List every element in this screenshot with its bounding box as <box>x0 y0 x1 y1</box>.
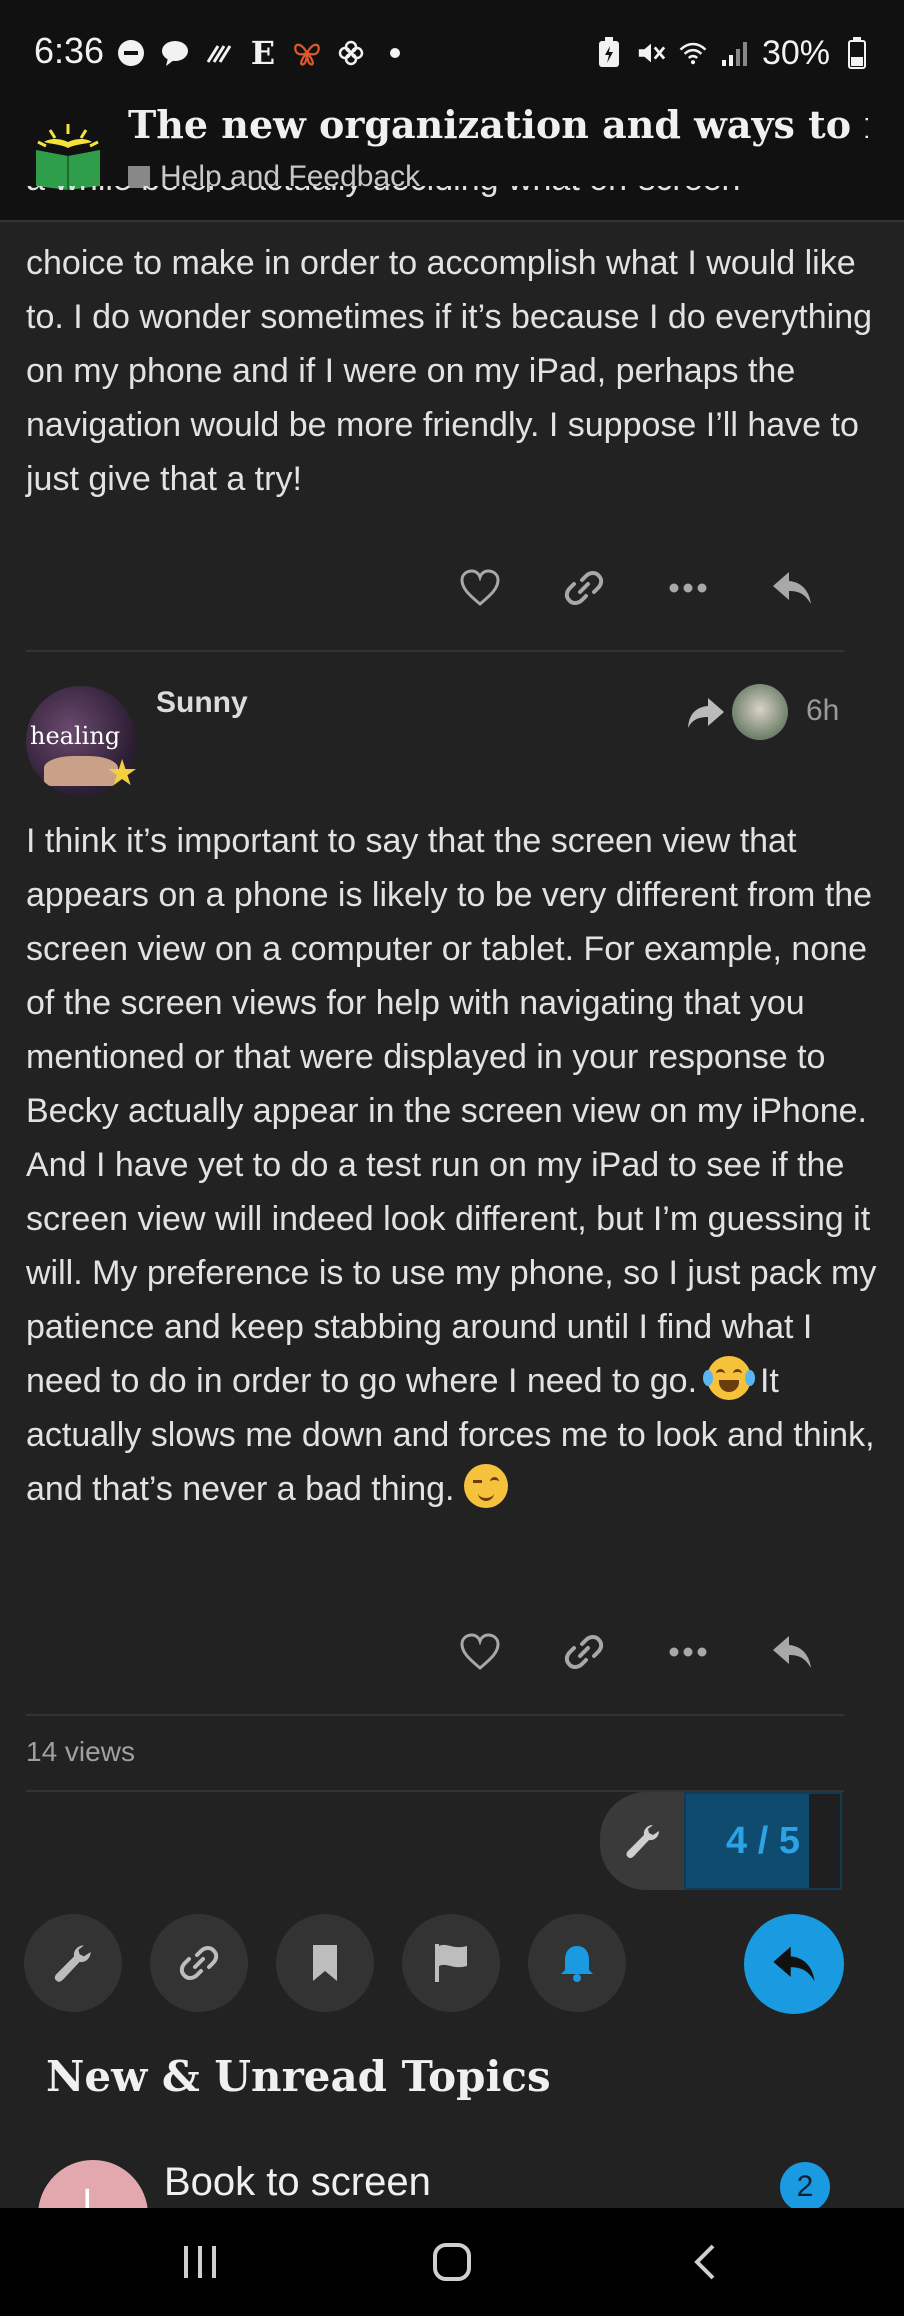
laughing-with-tears-emoji <box>702 1356 755 1400</box>
previous-post-body: choice to make in order to accomplish wh… <box>26 244 873 498</box>
battery-saver-icon <box>594 37 624 68</box>
list-item-title[interactable]: Book to screen <box>164 2160 431 2205</box>
battery-percent: 30% <box>761 33 830 72</box>
status-time: 6:36 <box>34 30 105 71</box>
previous-post-actions <box>428 558 844 618</box>
post-body: I think it’s important to say that the s… <box>26 822 877 1508</box>
link-icon[interactable] <box>532 558 636 618</box>
bookmark-icon[interactable] <box>276 1914 374 2012</box>
reply-icon[interactable] <box>740 558 844 618</box>
more-icon[interactable] <box>636 558 740 618</box>
status-system-icons: 30% <box>594 30 872 76</box>
post-actions <box>428 1622 844 1682</box>
section-title: New & Unread Topics <box>46 2052 551 2101</box>
bell-icon[interactable] <box>528 1914 626 2012</box>
post-divider <box>26 650 844 652</box>
link-icon[interactable] <box>532 1622 636 1682</box>
topic-progress[interactable]: 4 / 5 <box>684 1792 842 1890</box>
unread-count-badge[interactable]: 2 <box>780 2162 830 2212</box>
pinwheel-icon <box>336 38 366 68</box>
topic-title[interactable]: The new organization and ways to n... <box>128 102 868 147</box>
progress-label: 4 / 5 <box>726 1819 800 1862</box>
star-icon: ★ <box>106 752 139 793</box>
winking-emoji <box>463 1464 508 1508</box>
reply-to-arrow-icon[interactable] <box>686 692 726 732</box>
reply-icon[interactable] <box>740 1622 844 1682</box>
battery-icon <box>842 37 872 69</box>
category-color-badge <box>128 166 150 188</box>
recent-apps-icon[interactable] <box>160 2230 240 2294</box>
open-book-icon[interactable] <box>30 120 106 192</box>
butterfly-icon <box>292 38 322 68</box>
signal-lines-icon <box>204 38 234 68</box>
post-timestamp[interactable]: 6h <box>806 694 839 728</box>
like-icon[interactable] <box>428 1622 532 1682</box>
mute-icon <box>636 38 666 68</box>
minus-circle-icon <box>116 38 146 68</box>
reply-button[interactable] <box>744 1914 844 2014</box>
post-divider <box>26 1714 844 1716</box>
wrench-icon[interactable] <box>24 1914 122 2012</box>
home-icon[interactable] <box>412 2230 492 2294</box>
admin-wrench-button[interactable] <box>600 1792 686 1890</box>
like-icon[interactable] <box>428 558 532 618</box>
link-icon[interactable] <box>150 1914 248 2012</box>
topic-views: 14 views <box>26 1736 135 1767</box>
status-notification-icons: E <box>116 30 410 76</box>
previous-post-cut-line: a while before actually deciding what on… <box>26 186 866 222</box>
chat-bubble-icon <box>160 38 190 68</box>
wifi-icon <box>678 38 708 68</box>
flag-icon[interactable] <box>402 1914 500 2012</box>
back-icon[interactable] <box>666 2230 746 2294</box>
letter-e-icon: E <box>250 34 276 72</box>
reply-to-avatar[interactable] <box>732 684 788 740</box>
author-username[interactable]: Sunny <box>156 686 248 720</box>
cell-signal-icon <box>720 38 750 68</box>
dot-icon <box>380 38 410 68</box>
more-icon[interactable] <box>636 1622 740 1682</box>
